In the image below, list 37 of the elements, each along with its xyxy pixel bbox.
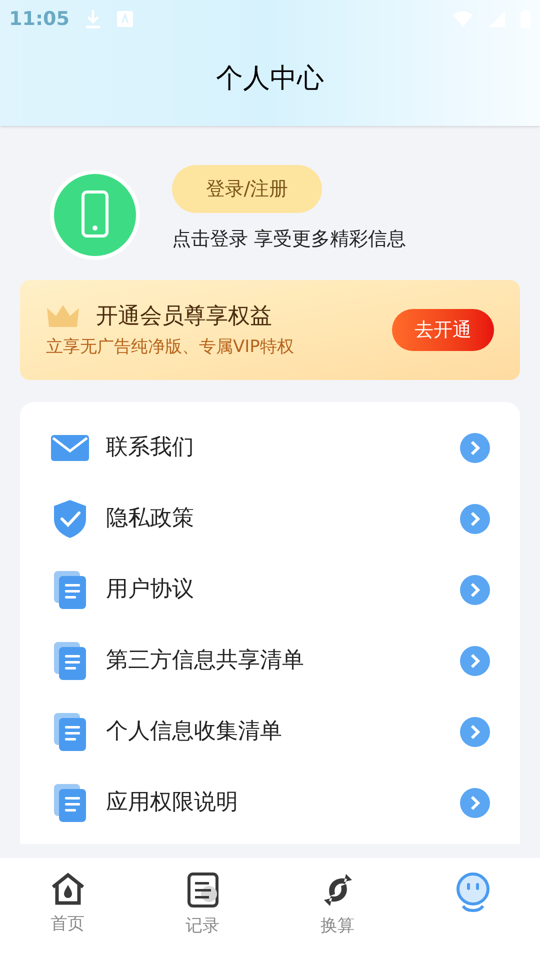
crown-icon <box>46 304 80 328</box>
document-icon <box>53 640 87 680</box>
document-icon <box>186 872 218 908</box>
chevron-right-icon <box>460 574 490 604</box>
menu-item[interactable]: 隐私政策 <box>20 483 520 554</box>
refresh-icon <box>322 872 354 908</box>
chevron-right-icon <box>460 646 490 676</box>
menu-item-label: 第三方信息共享清单 <box>106 647 305 675</box>
download-icon <box>85 9 102 29</box>
document-icon <box>53 712 87 752</box>
menu-item-label: 用户协议 <box>106 576 195 604</box>
shield-check-icon <box>52 498 88 538</box>
house-icon <box>50 872 86 906</box>
chevron-right-icon <box>460 432 490 462</box>
login-hint: 点击登录 享受更多精彩信息 <box>172 226 406 252</box>
status-time: 11:05 <box>9 6 70 32</box>
activate-button[interactable]: 去开通 <box>392 309 494 351</box>
menu-item-label: 联系我们 <box>106 434 195 462</box>
envelope-icon <box>51 432 89 462</box>
menu-item-label: 隐私政策 <box>106 505 195 533</box>
chevron-right-icon <box>460 788 490 818</box>
vip-subtitle: 立享无广告纯净版、专属VIP特权 <box>46 336 295 359</box>
menu-item[interactable]: 应用权限说明 <box>20 767 520 838</box>
chevron-right-icon <box>460 716 490 746</box>
login-button[interactable]: 登录/注册 <box>172 164 322 213</box>
chevron-right-icon <box>460 504 490 534</box>
menu-item-label: 个人信息收集清单 <box>106 718 283 746</box>
menu-item[interactable]: 个人信息收集清单 <box>20 696 520 767</box>
vip-title: 开通会员尊享权益 <box>96 302 272 331</box>
page-title: 个人中心 <box>216 62 324 96</box>
document-icon <box>53 782 87 822</box>
document-icon <box>53 570 87 610</box>
menu-item[interactable]: 联系我们 <box>20 412 520 483</box>
menu-item[interactable]: 用户协议 <box>20 554 520 625</box>
menu-item[interactable]: 第三方信息共享清单 <box>20 625 520 696</box>
menu-item-label: 应用权限说明 <box>106 789 239 817</box>
phone-icon <box>50 170 140 260</box>
